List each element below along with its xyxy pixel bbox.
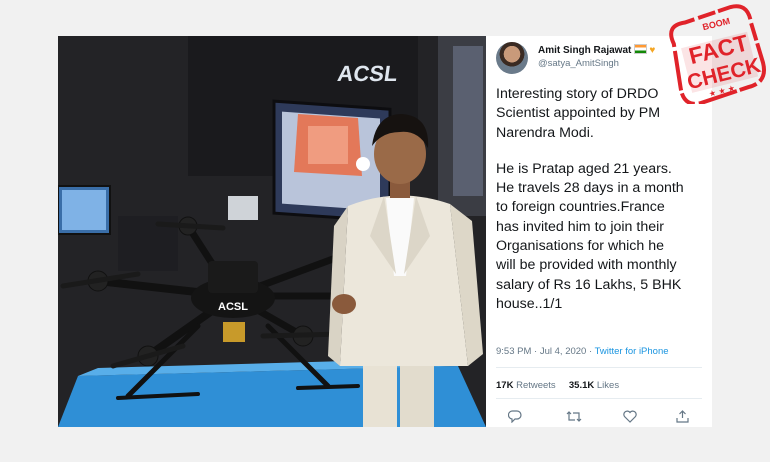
like-icon[interactable] <box>623 410 637 426</box>
tweet-line: salary of Rs 16 Lakhs, 5 BHK <box>496 276 682 293</box>
tweet-time[interactable]: 9:53 PM <box>496 346 531 357</box>
tweet-meta: 9:53 PM · Jul 4, 2020 · Twitter for iPho… <box>496 346 669 357</box>
boom-fact-check-stamp: BOOM FACT CHECK ★ ★ ★ <box>664 4 768 106</box>
tweet-text: Interesting story of DRDO Scientist appo… <box>496 85 712 314</box>
tweet-line: has invited him to join their <box>496 218 664 235</box>
share-icon[interactable] <box>676 410 689 426</box>
drone-marking: ACSL <box>218 301 248 313</box>
tweet-line: Scientist appointed by PM <box>496 105 661 122</box>
divider <box>496 398 702 399</box>
likes-count: 35.1K <box>568 380 595 391</box>
tweet-source-link[interactable]: Twitter for iPhone <box>595 346 669 357</box>
orange-heart-icon: ♥ <box>649 45 656 56</box>
retweets-count: 17K <box>496 380 514 391</box>
tweet-line: Organisations for which he <box>496 238 664 255</box>
tweet-stats: 17K Retweets 35.1K Likes <box>496 380 619 391</box>
retweets-label: Retweets <box>516 380 556 391</box>
india-flag-icon <box>634 44 648 54</box>
tweet-line: Narendra Modi. <box>496 124 594 141</box>
tweet-line: will be provided with monthly <box>496 257 677 274</box>
avatar[interactable] <box>496 42 528 74</box>
booth-sign: ACSL <box>336 61 399 86</box>
tweet-line: He is Pratap aged 21 years. <box>496 160 672 177</box>
tweet-screenshot-card: ACSL ACSL Amit Singh Rajawat ♥ @satya_Am… <box>58 36 712 427</box>
tweet-date[interactable]: Jul 4, 2020 <box>540 346 586 357</box>
display-name-text[interactable]: Amit Singh Rajawat <box>538 45 631 56</box>
tweet-actions <box>496 410 696 426</box>
retweets-stat[interactable]: 17K Retweets <box>496 380 556 391</box>
reply-icon[interactable] <box>507 410 522 426</box>
likes-stat[interactable]: 35.1K Likes <box>569 380 619 391</box>
user-handle[interactable]: @satya_AmitSingh <box>538 58 619 69</box>
drone-scene-illustration: ACSL ACSL <box>58 36 486 427</box>
tweet-line: He travels 28 days in a month <box>496 180 684 197</box>
display-name[interactable]: Amit Singh Rajawat ♥ <box>538 44 655 56</box>
likes-label: Likes <box>596 380 620 391</box>
tweet-line: house..1/1 <box>496 295 563 312</box>
drone-photo: ACSL ACSL <box>58 36 486 427</box>
tweet-line: to foreign countries.France <box>496 199 665 216</box>
divider <box>496 367 702 368</box>
retweet-icon[interactable] <box>566 410 582 426</box>
stamp-brand: BOOM <box>701 16 731 32</box>
